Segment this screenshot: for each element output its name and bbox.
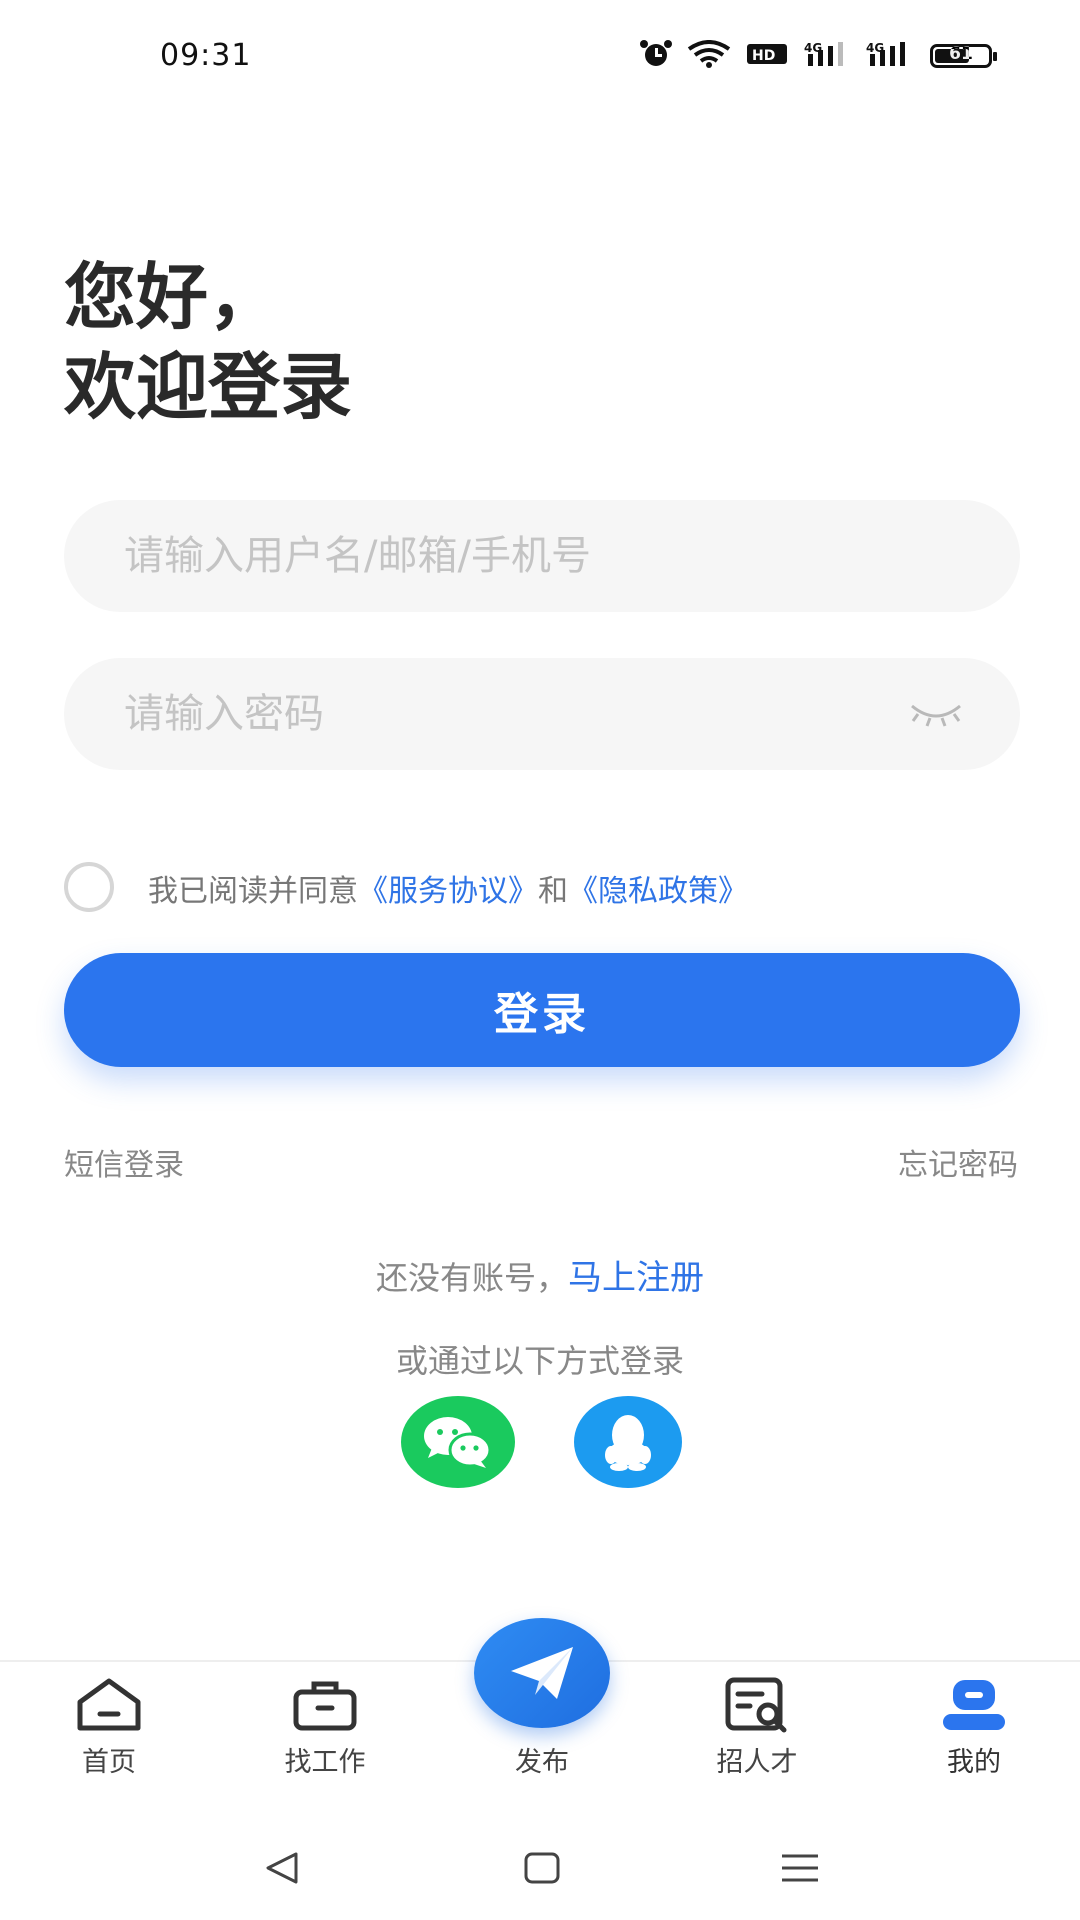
agreement-prefix: 我已阅读并同意 <box>148 874 358 909</box>
register-prompt: 还没有账号， <box>375 1259 568 1297</box>
password-field-container[interactable] <box>64 658 1020 770</box>
nav-home[interactable]: 首页 <box>29 1676 189 1779</box>
nav-home-label: 首页 <box>82 1747 136 1778</box>
password-input[interactable] <box>122 690 886 738</box>
other-login-title: 或通过以下方式登录 <box>395 1342 684 1380</box>
briefcase-icon <box>293 1681 357 1731</box>
forgot-password-link[interactable]: 忘记密码 <box>898 1140 1018 1184</box>
system-menu-icon[interactable] <box>780 1848 820 1888</box>
profile-icon <box>943 1680 1005 1730</box>
qq-login-button[interactable] <box>574 1396 682 1488</box>
wechat-icon <box>424 1417 492 1468</box>
nav-publish-label: 发布 <box>515 1747 569 1778</box>
nav-profile[interactable]: 我的 <box>894 1676 1054 1779</box>
publish-button[interactable] <box>474 1618 610 1728</box>
sms-login-link[interactable]: 短信登录 <box>64 1140 184 1184</box>
nav-recruit-label: 招人才 <box>716 1747 798 1778</box>
battery-icon: 61 <box>930 44 997 68</box>
agreement-and: 和 <box>538 874 568 909</box>
qq-icon <box>605 1415 651 1471</box>
login-button[interactable]: 登录 <box>64 953 1020 1067</box>
system-back-icon[interactable] <box>262 1848 302 1888</box>
username-input[interactable] <box>122 532 886 580</box>
greeting-line-2: 欢迎登录 <box>64 345 353 429</box>
eye-closed-icon[interactable] <box>908 700 964 728</box>
register-link[interactable]: 马上注册 <box>568 1258 704 1298</box>
alarm-icon <box>640 40 672 66</box>
username-field-container[interactable] <box>64 500 1020 612</box>
nav-find-job[interactable]: 找工作 <box>245 1676 405 1779</box>
agreement-checkbox[interactable] <box>64 862 114 912</box>
register-line: 还没有账号，马上注册 <box>0 1250 1080 1299</box>
nav-recruit[interactable]: 招人才 <box>677 1676 837 1779</box>
greeting-line-1: 您好， <box>64 255 281 339</box>
battery-level: 61 <box>949 44 973 64</box>
system-home-icon[interactable] <box>522 1848 562 1888</box>
nav-find-job-label: 找工作 <box>284 1747 366 1778</box>
svg-text:HD: HD <box>752 48 775 64</box>
signal-4g-icon: 4G <box>804 41 843 66</box>
paper-plane-icon <box>511 1647 573 1699</box>
service-agreement-link[interactable]: 《服务协议》 <box>358 874 538 909</box>
status-time: 09:31 <box>160 38 252 73</box>
signal-4g-icon: 4G <box>866 41 905 66</box>
wifi-icon <box>687 40 731 68</box>
resume-search-icon <box>725 1677 787 1733</box>
wechat-login-button[interactable] <box>401 1396 515 1488</box>
agreement-text: 我已阅读并同意《服务协议》和《隐私政策》 <box>148 866 748 910</box>
nav-profile-label: 我的 <box>947 1747 1001 1778</box>
privacy-policy-link[interactable]: 《隐私政策》 <box>568 874 748 909</box>
hd-icon: HD <box>747 44 787 64</box>
home-icon <box>77 1678 141 1731</box>
